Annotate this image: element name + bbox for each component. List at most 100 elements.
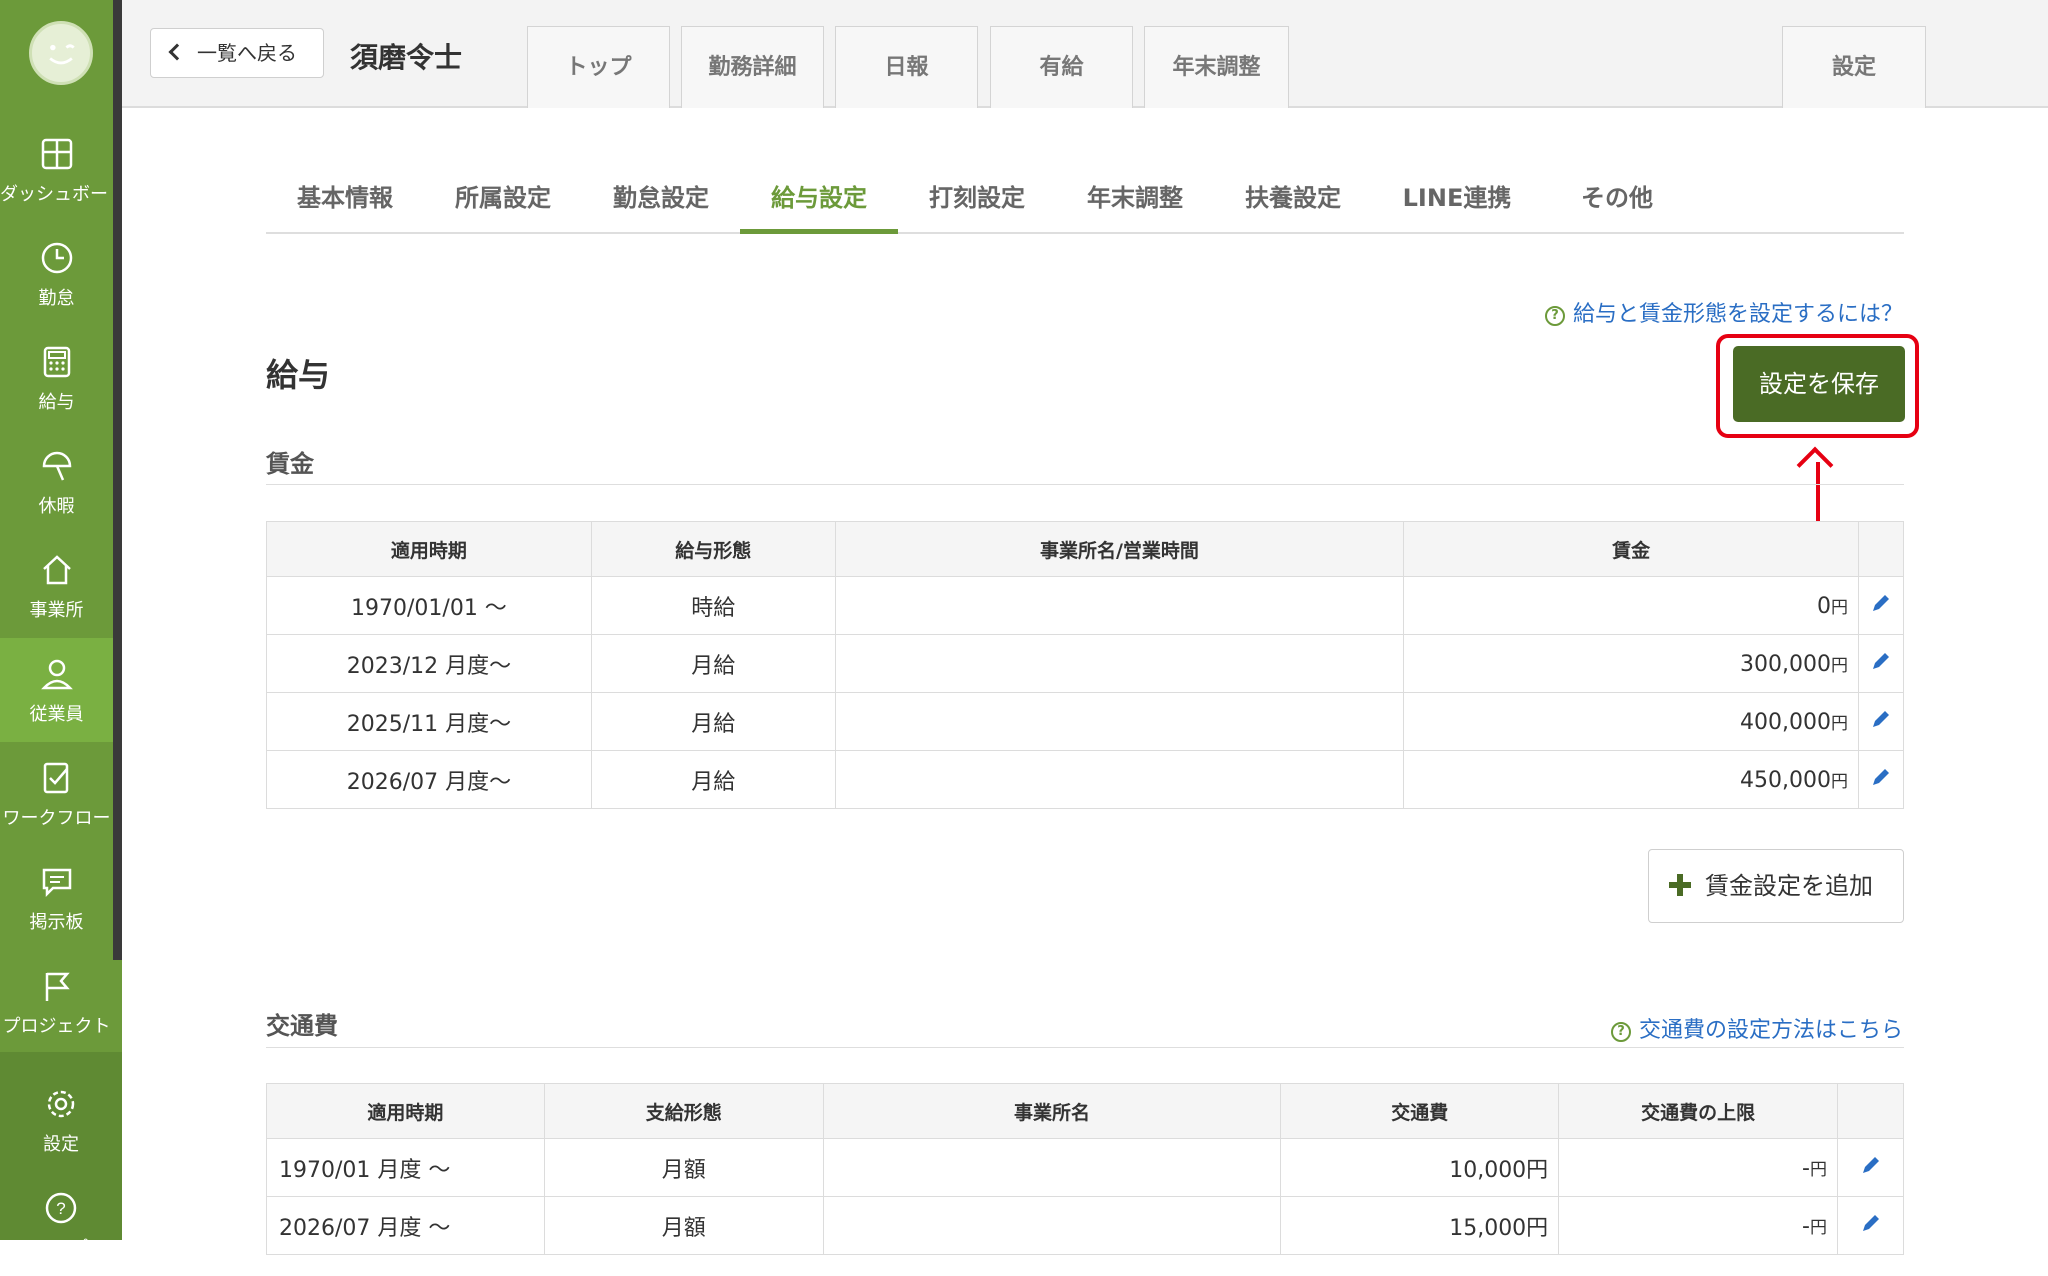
cell-wage: 400,000円	[1403, 692, 1859, 751]
wage-table: 適用時期 給与形態 事業所名/営業時間 賃金 1970/01/01 〜 時給 0…	[266, 521, 1904, 809]
tab-year-end-adjustment[interactable]: 年末調整	[1144, 26, 1289, 108]
tab-top[interactable]: トップ	[527, 26, 670, 108]
edit-button[interactable]	[1837, 1138, 1904, 1197]
annotation-arrow-head	[1796, 446, 1834, 484]
flag-icon	[45, 972, 70, 1001]
sidebar-item-label: 勤怠	[38, 288, 75, 309]
subtab-payroll[interactable]: 給与設定	[740, 176, 898, 234]
transport-subsection-title: 交通費	[266, 1012, 338, 1040]
edit-button[interactable]	[1858, 750, 1904, 809]
sidebar-item-leave[interactable]: 休暇	[0, 430, 113, 534]
table-row: 2023/12 月度〜 月給 300,000円	[266, 634, 1904, 693]
tab-daily-report[interactable]: 日報	[835, 26, 978, 108]
sidebar-item-settings[interactable]: 設定	[0, 1068, 122, 1172]
sidebar-item-payroll[interactable]: 給与	[0, 326, 113, 430]
cell-payment-type: 月額	[543, 1138, 824, 1197]
sidebar-item-label: 休暇	[38, 496, 75, 517]
section-title-salary: 給与	[266, 356, 331, 394]
sidebar-item-label: 事業所	[29, 600, 84, 621]
tab-settings[interactable]: 設定	[1782, 26, 1926, 108]
subtab-basic-info[interactable]: 基本情報	[266, 176, 424, 234]
cell-transport-fee: 15,000円	[1280, 1196, 1560, 1255]
edit-button[interactable]	[1858, 634, 1904, 693]
column-header: 適用時期	[266, 521, 592, 577]
wage-unit: 円	[1831, 713, 1848, 734]
salary-help-link[interactable]: ? 給与と賃金形態を設定するには？	[1544, 296, 1903, 328]
cell-period: 2025/11 月度〜	[266, 692, 592, 751]
cell-transport-limit: -円	[1558, 1196, 1838, 1255]
wage-amount: 300,000	[1740, 651, 1831, 677]
wage-amount: 450,000	[1740, 767, 1831, 793]
pencil-icon	[1873, 768, 1889, 785]
smiley-logo-icon	[49, 44, 75, 65]
sidebar-item-label: 給与	[38, 392, 75, 413]
subtab-punch[interactable]: 打刻設定	[898, 176, 1056, 234]
column-header: 事業所名	[822, 1083, 1282, 1139]
help-icon: ?	[45, 1192, 77, 1224]
sidebar-item-offices[interactable]: 事業所	[0, 534, 113, 638]
subtab-attendance[interactable]: 勤怠設定	[582, 176, 740, 234]
save-settings-button[interactable]: 設定を保存	[1733, 346, 1905, 422]
pencil-icon	[1862, 1214, 1879, 1231]
pencil-icon	[1862, 1156, 1879, 1173]
sidebar-item-label: プロジェクト	[2, 1016, 111, 1037]
pencil-icon	[1873, 594, 1889, 611]
sidebar-item-label: ヘルプ	[34, 1238, 88, 1259]
chat-icon	[42, 868, 72, 898]
column-header-edit	[1858, 521, 1904, 577]
wage-subsection-title: 賃金	[266, 450, 314, 478]
column-header: 賃金	[1403, 521, 1859, 577]
edit-button[interactable]	[1837, 1196, 1904, 1255]
limit-unit: 円	[1810, 1217, 1827, 1238]
sidebar-item-workflow[interactable]: ワークフロー	[0, 742, 113, 846]
table-row: 2026/07 月度 〜 月額 15,000円 -円	[266, 1196, 1904, 1255]
add-wage-setting-button[interactable]: 賃金設定を追加	[1648, 849, 1904, 923]
subtab-affiliation[interactable]: 所属設定	[424, 176, 582, 234]
table-header-row: 適用時期 給与形態 事業所名/営業時間 賃金	[266, 521, 1904, 577]
gear-icon	[47, 1090, 75, 1118]
tab-paid-leave[interactable]: 有給	[990, 26, 1133, 108]
sidebar-item-board[interactable]: 掲示板	[0, 846, 113, 950]
cell-pay-type: 月給	[590, 634, 836, 693]
dashboard-icon	[41, 138, 73, 170]
tab-work-details[interactable]: 勤務詳細	[681, 26, 824, 108]
limit-value: -	[1802, 1213, 1810, 1239]
subtab-other[interactable]: その他	[1542, 176, 1692, 234]
sidebar-item-employees[interactable]: 従業員	[0, 638, 113, 742]
back-to-list-button[interactable]: 一覧へ戻る	[150, 28, 324, 78]
cell-transport-limit: -円	[1558, 1138, 1838, 1197]
transport-table: 適用時期 支給形態 事業所名 交通費 交通費の上限 1970/01 月度 〜 月…	[266, 1083, 1904, 1255]
cell-office	[834, 576, 1405, 635]
logo[interactable]	[29, 21, 93, 85]
sidebar-scrollbar[interactable]	[113, 0, 122, 960]
column-header: 事業所名/営業時間	[834, 521, 1405, 577]
limit-unit: 円	[1810, 1159, 1827, 1180]
chevron-left-icon	[168, 43, 186, 61]
subtab-dependents[interactable]: 扶養設定	[1214, 176, 1372, 234]
table-row: 2026/07 月度〜 月給 450,000円	[266, 750, 1904, 809]
cell-office	[834, 634, 1405, 693]
transport-help-link[interactable]: ? 交通費の設定方法はこちら	[1610, 1012, 1903, 1044]
pencil-icon	[1873, 652, 1889, 669]
subtab-line[interactable]: LINE連携	[1372, 176, 1542, 234]
cell-transport-fee: 10,000円	[1280, 1138, 1560, 1197]
edit-button[interactable]	[1858, 692, 1904, 751]
divider	[266, 484, 1904, 485]
sidebar-bottom: 設定 ? ヘルプ	[0, 1052, 122, 1259]
wage-unit: 円	[1831, 771, 1848, 792]
sidebar-item-label: 掲示板	[29, 912, 84, 933]
clock-icon	[41, 242, 73, 274]
cell-pay-type: 時給	[590, 576, 836, 635]
edit-button[interactable]	[1858, 576, 1904, 635]
workflow-icon	[43, 762, 69, 794]
cell-wage: 450,000円	[1403, 750, 1859, 809]
subtab-year-end[interactable]: 年末調整	[1056, 176, 1214, 234]
sidebar-item-dashboard[interactable]: ダッシュボード	[0, 118, 126, 222]
cell-period: 1970/01 月度 〜	[266, 1138, 545, 1197]
sidebar-item-label: 設定	[43, 1134, 79, 1155]
sidebar-item-projects[interactable]: プロジェクト	[0, 950, 113, 1054]
sidebar-item-help[interactable]: ? ヘルプ	[0, 1172, 122, 1276]
table-row: 1970/01 月度 〜 月額 10,000円 -円	[266, 1138, 1904, 1197]
limit-value: -	[1802, 1155, 1810, 1181]
sidebar-item-attendance[interactable]: 勤怠	[0, 222, 113, 326]
